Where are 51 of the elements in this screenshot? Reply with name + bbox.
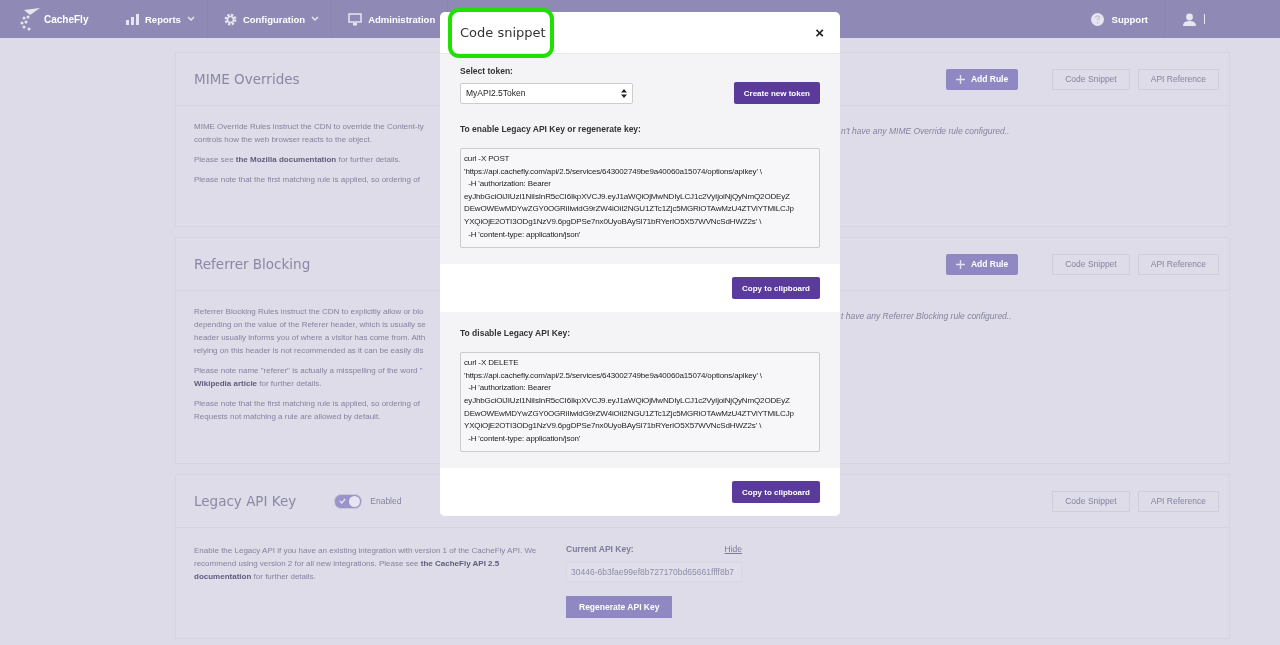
code-field[interactable]: curl -X DELETE 'https://api.cachefly.com/api/2.5/services/643002749be9a40060a15074/options/apikey' \ -H 'authorization: Bearer eyJhbGciOiJIUzI1NiIsInR5cCI6IkpXVCJ9.eyJ1aWQiOjMwNDIyLCJ1c2VyIjoiNjQyNmQ2ODEyZ DEwOWEwMDYwZGY0OGRiIiwidG9rZW4iOiI2NGU1ZTc1Zjc5MGRiOTAwMzU4ZTViYTMiLCJp YXQiOjE2OTI3ODg1NzV9.6pgDPSe7nx0UyoBAySl71bRYerIO5X57WVNcSdHWZ2s' \ -H 'content-type: application/json' [460, 352, 820, 453]
monitor-icon [348, 12, 363, 26]
nav-menu-item[interactable]: Configuration [207, 0, 333, 38]
create-token-button[interactable]: Create new token [733, 82, 820, 104]
plus-icon [955, 74, 965, 84]
user-icon[interactable] [1183, 12, 1196, 26]
bar-chart-icon [126, 13, 139, 25]
add-rule-button[interactable]: Add Rule [945, 68, 1019, 90]
add-rule-button[interactable]: Add Rule [945, 253, 1019, 275]
api-key-field[interactable]: 30446-6b3fae99ef8b727170bd65661ffff8b7 [566, 562, 742, 582]
empty-state-text: n't have any MIME Override rule configured.. [841, 126, 1010, 136]
section-title: Referrer Blocking [194, 256, 311, 272]
outline-button[interactable]: Code Snippet [1052, 253, 1130, 275]
empty-state-text: t have any Referrer Blocking rule configured.. [841, 311, 1012, 321]
copy-button[interactable]: Copy to clipboard [732, 481, 820, 504]
section-title: Legacy API Key [194, 493, 297, 509]
check-icon [339, 497, 347, 504]
plus-icon [955, 259, 965, 269]
logo-text[interactable]: CacheFly [44, 13, 89, 25]
updown-caret-icon [621, 88, 627, 98]
outline-button[interactable]: Code Snippet [1052, 68, 1130, 90]
section-title: MIME Overrides [194, 71, 300, 87]
description-text: Enable the Legacy API if you have an existing integration with version 1 of the CacheFly API. We recommend using version 2 for all new integrations. Please see the CacheFly API 2.5 documentation for further details. [194, 545, 538, 583]
nav-menu-item[interactable]: Reports [110, 0, 208, 38]
support-link[interactable]: Support [1074, 0, 1165, 38]
copy-button[interactable]: Copy to clipboard [732, 277, 820, 300]
outline-button[interactable]: API Reference [1137, 253, 1219, 275]
snippet-label: To disable Legacy API Key: [460, 328, 572, 339]
field-label: Select token: [460, 66, 514, 76]
logo-icon [20, 6, 42, 32]
outline-button[interactable]: API Reference [1137, 68, 1219, 90]
outline-button[interactable]: Code Snippet [1052, 490, 1130, 512]
dialog-title: Code snippet [460, 25, 546, 40]
gear-icon [223, 12, 237, 26]
toggle-label: Enabled [370, 496, 402, 506]
help-icon [1090, 12, 1104, 26]
regenerate-button[interactable]: Regenerate API Key [566, 596, 673, 618]
code-field[interactable]: curl -X POST 'https://api.cachefly.com/api/2.5/services/643002749be9a40060a15074/options/apikey' \ -H 'authorization: Bearer eyJhbGciOiJIUzI1NiIsInR5cCI6IkpXVCJ9.eyJ1aWQiOjMwNDIyLCJ1c2VyIjoiNjQyNmQ2ODEyZ DEwOWEwMDYwZGY0OGRiIiwidG9rZW4iOiI2NGU1ZTc1Zjc5MGRiOTAwMzU4ZTViYTMiLCJp YXQiOjE2OTI3ODg1NzV9.6pgDPSe7nx0UyoBAySl71bRYerIO5X57WVNcSdHWZ2s' \ -H 'content-type: application/json' [460, 148, 820, 249]
description-text: Please note name "referer" is actually a misspelling of the word " Wikipedia article for further details. [194, 365, 424, 390]
field-label: Current API Key: [566, 544, 634, 554]
description-text: Referrer Blocking Rules instruct the CDN to explicitly allow or blo depending on the value of the Referer header, which is usually se header usually informs you of where a visitor has come from. Alth relying on this header is not recommended as it can be easily dis [194, 306, 427, 357]
description-text: MIME Override Rules instruct the CDN to override the Content-ty controls how the web browser reacts to the object. [194, 121, 425, 146]
snippet-label: To enable Legacy API Key or regenerate key: [460, 124, 642, 134]
outline-button[interactable]: API Reference [1137, 490, 1219, 512]
description-text: Please note that the first matching rule is applied, so ordering of Requests not matching a rule are allowed by default. [194, 398, 421, 423]
close-button[interactable]: × [815, 24, 824, 41]
hide-link[interactable]: Hide [724, 544, 742, 554]
description-text: Please note that the first matching rule is applied, so ordering of [194, 174, 421, 186]
description-text: Please see the Mozilla documentation for further details. [194, 154, 402, 166]
toggle-switch[interactable] [334, 493, 363, 509]
token-select[interactable]: MyAPI2.5Token [460, 82, 633, 104]
